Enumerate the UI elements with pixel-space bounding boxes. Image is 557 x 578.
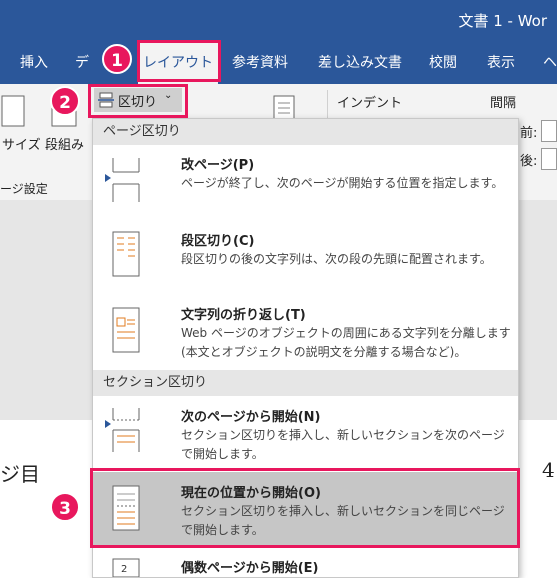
tab-view[interactable]: 表示 — [487, 42, 515, 84]
document-text-left: ジ目 — [0, 462, 40, 486]
highlight-box-layout-tab — [137, 40, 221, 82]
menu-item-even-page[interactable]: 2 偶数ページから開始(E) — [93, 551, 518, 577]
menu-item-column-break[interactable]: 段区切り(C) 段区切りの後の文字列は、次の段の先頭に配置されます。 — [93, 216, 518, 296]
spacing-after-input[interactable] — [541, 148, 557, 170]
menu-item-next-page[interactable]: 次のページから開始(N) セクション区切りを挿入し、新しいセクションを次のページ… — [93, 396, 518, 466]
columns-button[interactable]: 段組み — [45, 134, 84, 153]
menu-item-desc: セクション区切りを挿入し、新しいセクションを次のページで開始します。 — [181, 428, 505, 461]
tab-review[interactable]: 校閲 — [429, 42, 457, 84]
spacing-before-input[interactable] — [541, 120, 557, 142]
menu-item-title: 文字列の折り返し(T) — [181, 308, 306, 323]
title-bar: 文書 1 - Wor — [0, 0, 557, 42]
menu-item-desc: 段区切りの後の文字列は、次の段の先頭に配置されます。 — [181, 252, 492, 266]
highlight-box-breaks — [88, 84, 188, 118]
page-breaks-header: ページ区切り — [93, 119, 518, 145]
tab-help[interactable]: ヘ — [543, 42, 557, 84]
svg-text:2: 2 — [121, 564, 127, 575]
text-wrapping-icon — [112, 307, 140, 353]
step-badge-3: 3 — [50, 492, 80, 522]
step-badge-1: 1 — [102, 44, 132, 74]
size-icon — [1, 95, 25, 127]
column-break-icon — [112, 231, 140, 277]
even-page-section-icon: 2 — [112, 558, 140, 577]
window-title: 文書 1 - Wor — [458, 12, 547, 30]
menu-item-title: 改ページ(P) — [181, 158, 255, 173]
tab-mailings[interactable]: 差し込み文書 — [318, 42, 402, 84]
step-badge-2: 2 — [50, 86, 80, 116]
page-setup-group-label: ージ設定 — [0, 182, 48, 196]
spacing-before-label: 前: — [520, 126, 538, 141]
spacing-label: 間隔 — [490, 96, 517, 111]
next-page-section-icon — [105, 408, 140, 452]
highlight-box-continuous — [90, 468, 520, 548]
spacing-after-label: 後: — [520, 154, 538, 169]
menu-item-desc: ページが終了し、次のページが開始する位置を指定します。 — [181, 176, 504, 190]
menu-item-title: 偶数ページから開始(E) — [181, 561, 319, 576]
document-text-right: 4 — [542, 458, 555, 482]
tab-insert[interactable]: 挿入 — [20, 42, 48, 84]
menu-item-text-wrapping[interactable]: 文字列の折り返し(T) Web ページのオブジェクトの周囲にある文字列を分離しま… — [93, 296, 518, 370]
menu-item-title: 次のページから開始(N) — [181, 410, 321, 425]
menu-item-desc: Web ページのオブジェクトの周囲にある文字列を分離します (本文とオブジェクト… — [181, 326, 511, 359]
section-breaks-header: セクション区切り — [93, 370, 518, 396]
menu-item-page-break[interactable]: 改ページ(P) ページが終了し、次のページが開始する位置を指定します。 — [93, 146, 518, 216]
tab-references[interactable]: 参考資料 — [232, 42, 288, 84]
indent-label: インデント — [337, 96, 403, 111]
menu-item-title: 段区切り(C) — [181, 234, 255, 249]
tab-design[interactable]: デ — [75, 42, 89, 84]
page-break-icon — [105, 158, 140, 202]
size-button[interactable]: サイズ — [2, 134, 41, 153]
ribbon-tabs: 挿入 デ レイアウト 参考資料 差し込み文書 校閲 表示 ヘ — [0, 42, 557, 84]
